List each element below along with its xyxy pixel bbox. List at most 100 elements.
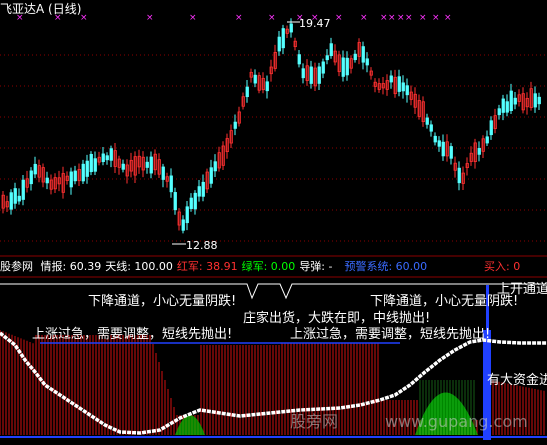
- candle-body: [265, 81, 269, 92]
- candle-body: [9, 192, 13, 210]
- candle-body: [301, 68, 305, 79]
- candle-body: [89, 153, 93, 173]
- indicator-item: 导弹: -: [299, 260, 333, 273]
- candlestick-series[interactable]: [1, 18, 541, 234]
- signal-mark: ×: [444, 13, 452, 23]
- candle-body: [21, 179, 25, 200]
- candle-body: [201, 181, 205, 197]
- candle-body: [85, 160, 89, 177]
- annotation-rise-fast-left: 上涨过急，需要调整，短线先抛出!: [32, 327, 232, 342]
- svg-text:www.gupang.com: www.gupang.com: [385, 412, 528, 431]
- indicator-item: 情报: 60.39: [40, 260, 102, 273]
- signal-mark: ×: [360, 13, 368, 23]
- candle-body: [161, 166, 165, 180]
- candle-body: [425, 117, 429, 125]
- signal-mark: ×: [419, 13, 427, 23]
- candle-body: [505, 101, 509, 113]
- signal-mark: ×: [235, 13, 243, 23]
- indicator-item: 买入: 0: [484, 260, 521, 273]
- annotation-big-fund: 有大资金进: [487, 372, 547, 388]
- candle-body: [457, 167, 461, 184]
- annotation-rise-fast-right: 上涨过急，需要调整，短线先抛出!: [290, 327, 490, 342]
- indicator-item: 红军: 38.91: [176, 260, 238, 273]
- candle-body: [29, 170, 33, 185]
- candle-body: [181, 219, 185, 231]
- candle-body: [345, 57, 349, 76]
- candle-body: [213, 161, 217, 172]
- candle-body: [317, 66, 321, 84]
- candle-body: [121, 163, 125, 170]
- candle-body: [197, 186, 201, 197]
- indicator-item: 天线: 100.00: [105, 260, 173, 273]
- candle-body: [537, 96, 541, 105]
- indicator-item: 预警系统: 60.00: [344, 260, 428, 273]
- candle-body: [389, 75, 393, 83]
- candle-body: [93, 158, 97, 172]
- candle-body: [361, 46, 365, 63]
- candle-body: [309, 66, 313, 84]
- candle-body: [45, 177, 49, 184]
- high-price-label: 19.47: [287, 17, 331, 30]
- candle-body: [233, 121, 237, 129]
- candle-body: [497, 108, 501, 116]
- candle-body: [13, 188, 17, 204]
- candle-body: [321, 61, 325, 74]
- annotation-up-channel: 上开通道: [497, 282, 547, 297]
- candle-body: [485, 136, 489, 144]
- candle-body: [101, 153, 105, 163]
- candle-body: [189, 197, 193, 209]
- signal-mark: ×: [335, 13, 343, 23]
- candle-body: [73, 170, 77, 182]
- svg-text:19.47: 19.47: [299, 17, 331, 30]
- candle-body: [397, 76, 401, 92]
- candle-body: [277, 36, 281, 52]
- candle-body: [533, 93, 537, 108]
- indicator-value-bar: 股参网 情报: 60.39 天线: 100.00 红军: 38.91 绿军: 0.00…: [0, 258, 520, 276]
- low-price-label: 12.88: [172, 239, 218, 252]
- signal-mark: ×: [268, 13, 276, 23]
- candle-body: [81, 163, 85, 182]
- candle-body: [449, 146, 453, 159]
- svg-text:12.88: 12.88: [186, 239, 218, 252]
- candle-body: [193, 192, 197, 210]
- svg-text:股旁网: 股旁网: [290, 412, 338, 431]
- candle-body: [325, 55, 329, 61]
- watermark: 股旁网 www.gupang.com: [290, 412, 528, 431]
- candle-body: [185, 206, 189, 224]
- indicator-item: 绿军: 0.00: [241, 260, 296, 273]
- candle-body: [353, 53, 357, 61]
- chart-canvas: × × × × × × × × × × × × × × × × × × 19.47 12.88 下降通道，小心无量…: [0, 13, 547, 440]
- signal-mark: ×: [380, 13, 388, 23]
- candle-body: [405, 85, 409, 96]
- candle-body: [441, 141, 445, 157]
- candle-body: [501, 98, 505, 113]
- candle-body: [437, 140, 441, 147]
- candle-body: [513, 97, 517, 105]
- candle-body: [365, 58, 369, 66]
- candle-body: [149, 156, 153, 174]
- candle-body: [509, 90, 513, 112]
- candle-body: [477, 148, 481, 155]
- candle-body: [253, 74, 257, 84]
- signal-mark: ×: [397, 13, 405, 23]
- candle-body: [489, 120, 493, 136]
- signal-mark: ×: [388, 13, 396, 23]
- candle-body: [109, 148, 113, 161]
- period-label[interactable]: (日线): [48, 2, 81, 16]
- candle-body: [297, 54, 301, 65]
- candle-body: [33, 163, 37, 175]
- annotation-layer: 下降通道，小心无量阴跌! 下降通道，小心无量阴跌! 上开通道 上涨过急，需要调整…: [32, 282, 547, 388]
- candle-body: [173, 192, 177, 211]
- candle-body: [341, 57, 345, 77]
- chart-header: 飞亚达A (日线): [0, 0, 81, 18]
- price-grid: [0, 54, 547, 242]
- signal-mark: ×: [432, 13, 440, 23]
- stock-name[interactable]: 飞亚达A: [0, 2, 44, 16]
- candle-body: [169, 175, 173, 193]
- signal-mark: ×: [189, 13, 197, 23]
- candle-body: [145, 161, 149, 168]
- candle-body: [281, 28, 285, 49]
- annotation-dealer-selling: 庄家出货，大跌在即，中线抛出!: [243, 310, 430, 326]
- candle-body: [209, 167, 213, 184]
- candle-body: [289, 23, 293, 33]
